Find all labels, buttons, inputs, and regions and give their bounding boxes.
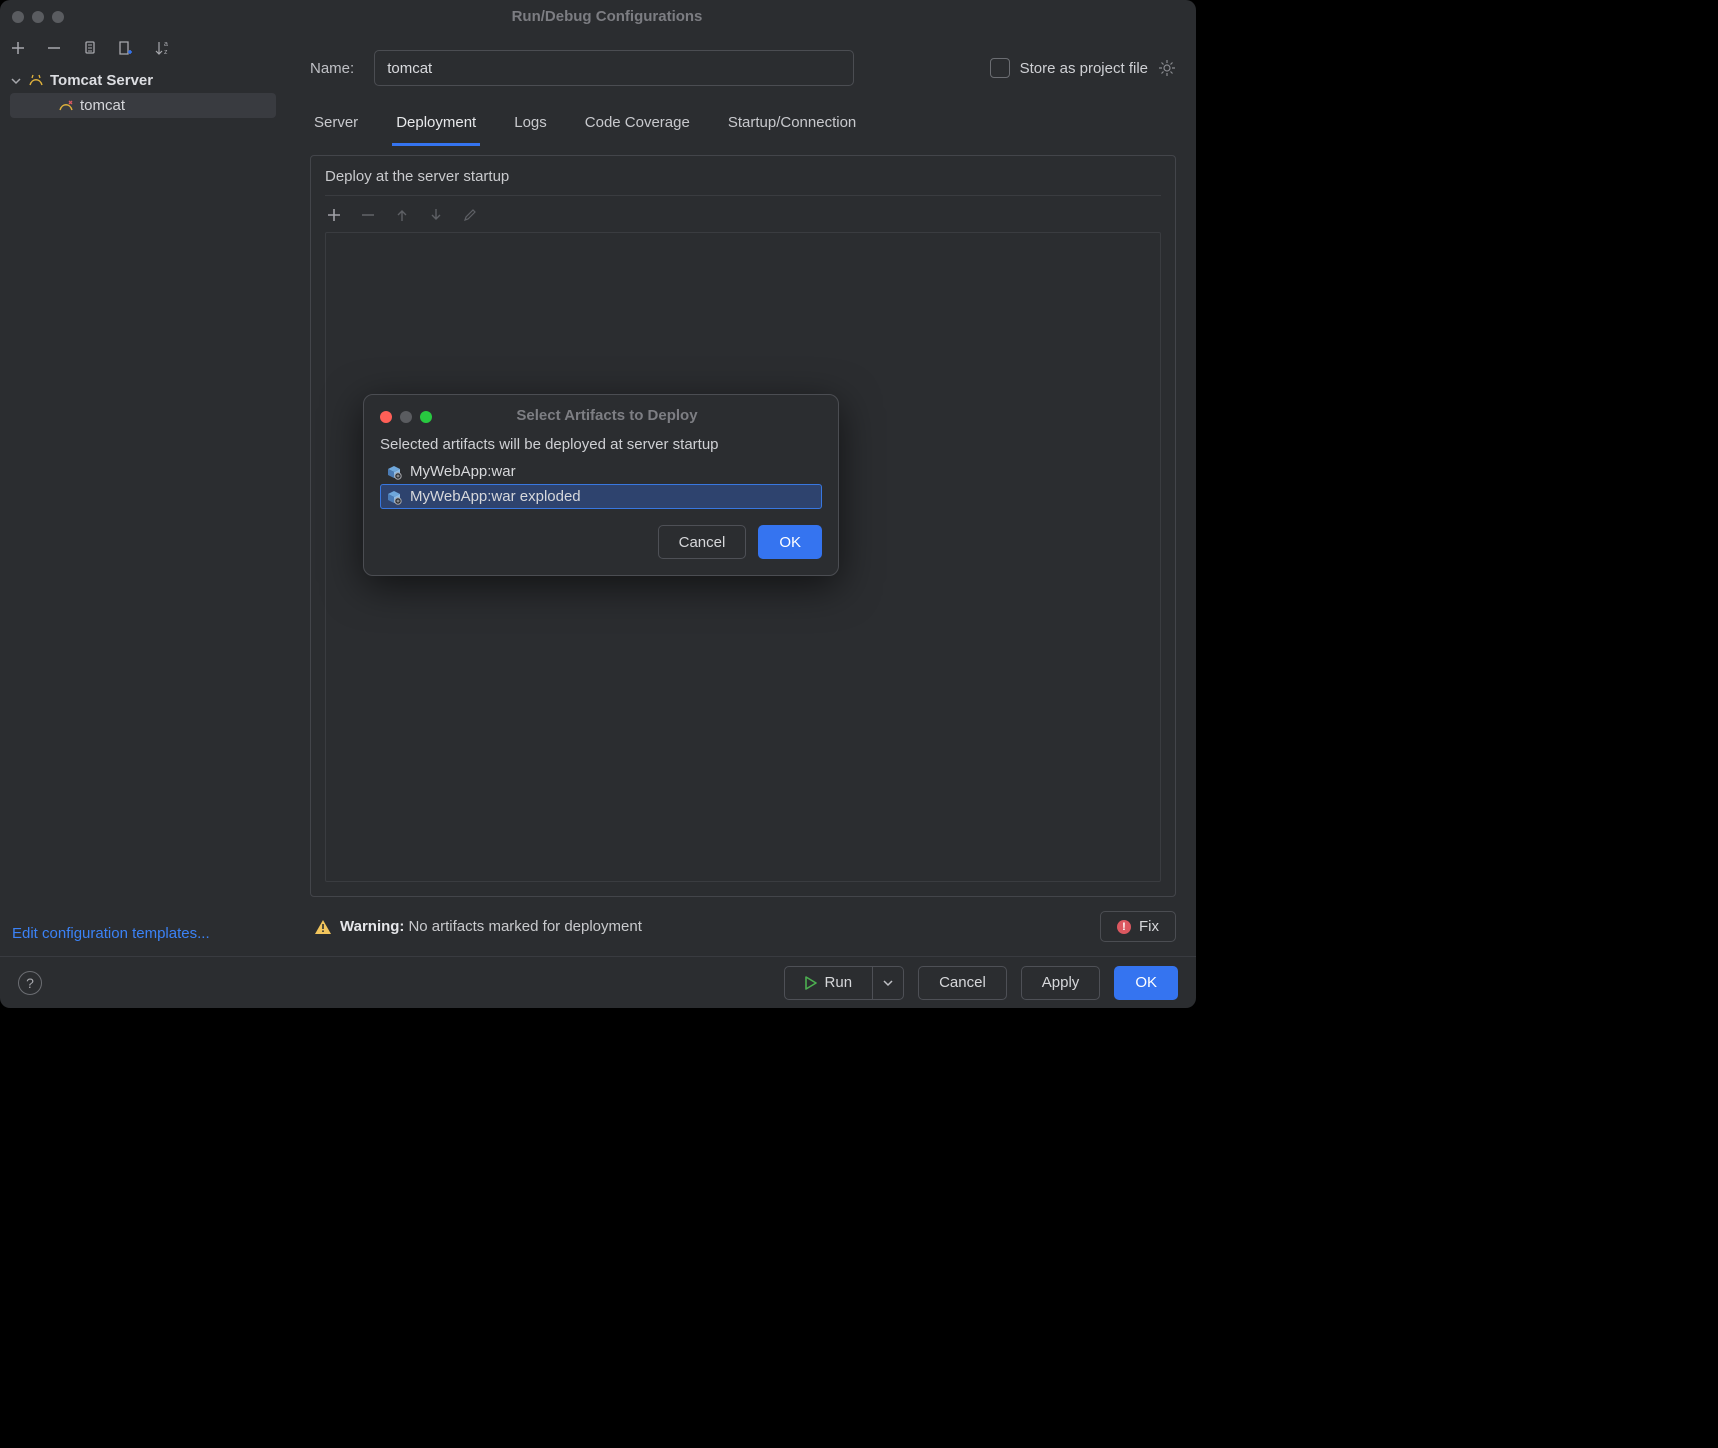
add-config-icon[interactable]	[8, 38, 28, 58]
tab-logs[interactable]: Logs	[510, 108, 551, 146]
warning-icon	[314, 918, 332, 936]
config-item-label: tomcat	[80, 97, 125, 114]
dialog-minimize-icon[interactable]	[400, 411, 412, 423]
dialog-cancel-button[interactable]: Cancel	[658, 525, 747, 559]
chevron-down-icon	[883, 978, 893, 988]
config-tabs: Server Deployment Logs Code Coverage Sta…	[310, 98, 1176, 147]
save-config-icon[interactable]	[116, 38, 136, 58]
config-group-tomcat[interactable]: Tomcat Server	[10, 68, 276, 93]
dialog-title: Select Artifacts to Deploy	[432, 407, 782, 424]
artifact-label: MyWebApp:war	[410, 463, 516, 480]
dialog-subtitle: Selected artifacts will be deployed at s…	[380, 436, 822, 453]
config-name-input[interactable]	[374, 50, 854, 86]
remove-artifact-icon[interactable]	[359, 206, 377, 224]
chevron-down-icon	[10, 75, 22, 87]
error-badge-icon: !	[1117, 920, 1131, 934]
cancel-label: Cancel	[939, 974, 986, 991]
store-as-project-label: Store as project file	[1020, 60, 1148, 77]
warning-label: Warning:	[340, 918, 404, 935]
apply-button[interactable]: Apply	[1021, 966, 1101, 1000]
dialog-zoom-icon[interactable]	[420, 411, 432, 423]
warning-row: Warning: No artifacts marked for deploym…	[310, 897, 1176, 956]
fix-label: Fix	[1139, 918, 1159, 935]
dialog-cancel-label: Cancel	[679, 534, 726, 551]
svg-text:a: a	[164, 41, 168, 48]
tomcat-icon	[28, 73, 44, 89]
artifact-item-selected[interactable]: MyWebApp:war exploded	[380, 484, 822, 509]
help-button[interactable]: ?	[18, 971, 42, 995]
edit-artifact-icon[interactable]	[461, 206, 479, 224]
play-icon	[805, 976, 817, 990]
svg-text:z: z	[164, 49, 168, 56]
warning-text: No artifacts marked for deployment	[408, 918, 641, 935]
cancel-button[interactable]: Cancel	[918, 966, 1007, 1000]
titlebar: Run/Debug Configurations	[0, 0, 1196, 32]
artifact-item[interactable]: MyWebApp:war	[380, 459, 822, 484]
copy-config-icon[interactable]	[80, 38, 100, 58]
artifact-icon	[386, 464, 402, 480]
config-sidebar: az Tomcat Server tomcat Edit configurati…	[0, 32, 286, 956]
artifact-icon	[386, 489, 402, 505]
panel-title: Deploy at the server startup	[325, 168, 1161, 196]
ok-button[interactable]: OK	[1114, 966, 1178, 1000]
store-as-project-checkbox[interactable]	[990, 58, 1010, 78]
add-artifact-icon[interactable]	[325, 206, 343, 224]
dialog-footer: ? Run Cancel Apply OK	[0, 956, 1196, 1008]
move-up-icon[interactable]	[393, 206, 411, 224]
gear-icon[interactable]	[1158, 59, 1176, 77]
tab-server[interactable]: Server	[310, 108, 362, 146]
dialog-close-icon[interactable]	[380, 411, 392, 423]
config-group-label: Tomcat Server	[50, 72, 153, 89]
ok-label: OK	[1135, 974, 1157, 991]
apply-label: Apply	[1042, 974, 1080, 991]
sort-config-icon[interactable]: az	[152, 38, 172, 58]
artifact-label: MyWebApp:war exploded	[410, 488, 581, 505]
window-title: Run/Debug Configurations	[72, 8, 1142, 25]
select-artifacts-dialog: Select Artifacts to Deploy Selected arti…	[363, 394, 839, 576]
run-debug-window: Run/Debug Configurations az Tomcat Serve…	[0, 0, 1196, 1008]
fix-button[interactable]: ! Fix	[1100, 911, 1176, 942]
name-label: Name:	[310, 60, 354, 77]
edit-templates-link[interactable]: Edit configuration templates...	[0, 917, 286, 956]
config-item-tomcat[interactable]: tomcat	[10, 93, 276, 118]
minimize-window-icon[interactable]	[32, 11, 44, 23]
tomcat-local-icon	[58, 98, 74, 114]
zoom-window-icon[interactable]	[52, 11, 64, 23]
window-traffic-lights	[12, 9, 64, 23]
move-down-icon[interactable]	[427, 206, 445, 224]
dialog-ok-label: OK	[779, 534, 801, 551]
tab-deployment[interactable]: Deployment	[392, 108, 480, 146]
run-label: Run	[825, 974, 853, 991]
close-window-icon[interactable]	[12, 11, 24, 23]
remove-config-icon[interactable]	[44, 38, 64, 58]
run-dropdown-button[interactable]	[873, 966, 904, 1000]
run-button[interactable]: Run	[784, 966, 874, 1000]
dialog-ok-button[interactable]: OK	[758, 525, 822, 559]
tab-startup-connection[interactable]: Startup/Connection	[724, 108, 860, 146]
tab-code-coverage[interactable]: Code Coverage	[581, 108, 694, 146]
